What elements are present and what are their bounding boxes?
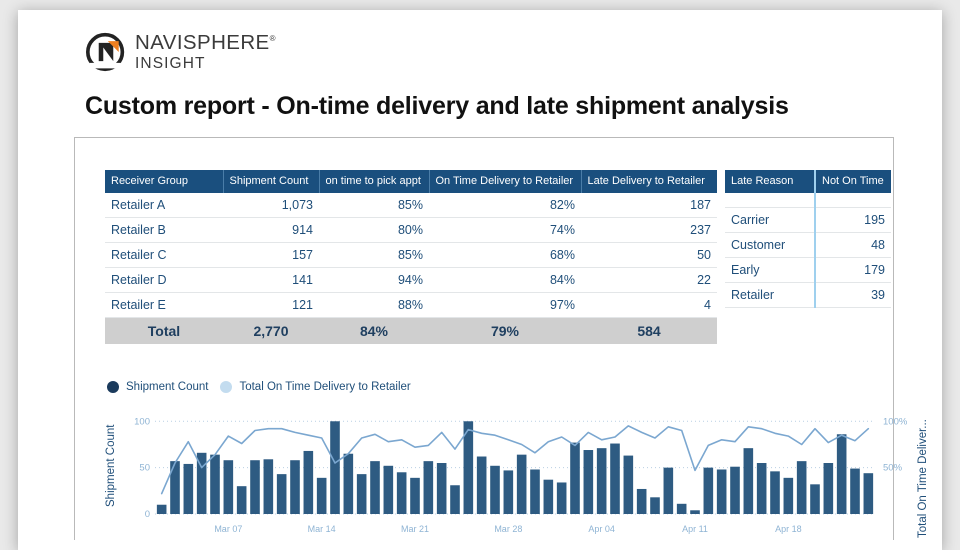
cell-group: Retailer A bbox=[105, 193, 223, 218]
table-total-row: Total 2,770 84% 79% 584 bbox=[105, 318, 717, 345]
col-late-reason[interactable]: Late Reason bbox=[725, 170, 815, 193]
cell-group: Retailer B bbox=[105, 218, 223, 243]
cell-on-time-pick: 85% bbox=[319, 193, 429, 218]
table-row[interactable]: Carrier 195 bbox=[725, 207, 891, 232]
cell-reason: Carrier bbox=[725, 207, 815, 232]
cell-on-time-pick: 88% bbox=[319, 293, 429, 318]
cell-shipment-count: 914 bbox=[223, 218, 319, 243]
col-shipment-count[interactable]: Shipment Count bbox=[223, 170, 319, 193]
brand-name-primary: NAVISPHERE® bbox=[135, 33, 276, 54]
chart-plot: 0 50 100 50% 100% Mar 07 Mar 14 Mar 21 Mar 28 Apr… bbox=[123, 406, 923, 540]
navisphere-circle-logo-icon bbox=[86, 32, 126, 72]
col-receiver-group[interactable]: Receiver Group bbox=[105, 170, 223, 193]
legend-item-on-time-delivery[interactable]: Total On Time Delivery to Retailer bbox=[220, 381, 410, 393]
cell-on-time-delivery: 74% bbox=[429, 218, 581, 243]
registered-mark: ® bbox=[270, 34, 276, 43]
late-reason-table-head: Late Reason Not On Time bbox=[725, 170, 891, 193]
cell-shipment-count: 1,073 bbox=[223, 193, 319, 218]
svg-text:100: 100 bbox=[134, 416, 150, 427]
y-axis-title: Shipment Count bbox=[103, 406, 119, 526]
legend-label: Total On Time Delivery to Retailer bbox=[239, 381, 410, 393]
cell-shipment-count: 121 bbox=[223, 293, 319, 318]
cell-late-delivery: 50 bbox=[581, 243, 717, 268]
cell-shipment-count: 157 bbox=[223, 243, 319, 268]
total-late-delivery: 584 bbox=[581, 318, 717, 345]
table-row[interactable]: Early 179 bbox=[725, 257, 891, 282]
page-title: Custom report - On-time delivery and lat… bbox=[85, 92, 789, 121]
cell-group: Retailer D bbox=[105, 268, 223, 293]
tables-container: Receiver Group Shipment Count on time to… bbox=[105, 170, 891, 344]
legend-swatch-icon bbox=[220, 381, 232, 393]
svg-text:Apr 18: Apr 18 bbox=[775, 524, 802, 534]
cell-on-time-pick: 94% bbox=[319, 268, 429, 293]
total-label: Total bbox=[105, 318, 223, 345]
svg-text:Mar 28: Mar 28 bbox=[494, 524, 522, 534]
svg-text:Mar 07: Mar 07 bbox=[214, 524, 242, 534]
brand-logo: NAVISPHERE® INSIGHT bbox=[86, 32, 276, 72]
table-row[interactable]: Customer 48 bbox=[725, 232, 891, 257]
cell-reason: Retailer bbox=[725, 282, 815, 307]
brand-name-text: NAVISPHERE bbox=[135, 31, 270, 54]
cell-reason bbox=[725, 193, 815, 207]
cell-count bbox=[815, 193, 891, 207]
cell-group: Retailer C bbox=[105, 243, 223, 268]
cell-count: 195 bbox=[815, 207, 891, 232]
cell-count: 39 bbox=[815, 282, 891, 307]
total-on-time-pick: 84% bbox=[319, 318, 429, 345]
cell-late-delivery: 4 bbox=[581, 293, 717, 318]
summary-table-head: Receiver Group Shipment Count on time to… bbox=[105, 170, 717, 193]
cell-late-delivery: 22 bbox=[581, 268, 717, 293]
report-page: NAVISPHERE® INSIGHT Custom report - On-t… bbox=[18, 10, 942, 540]
svg-text:50%: 50% bbox=[883, 463, 903, 474]
cell-count: 179 bbox=[815, 257, 891, 282]
cell-reason: Customer bbox=[725, 232, 815, 257]
cell-on-time-pick: 80% bbox=[319, 218, 429, 243]
brand-wordmark: NAVISPHERE® INSIGHT bbox=[135, 33, 276, 72]
total-on-time-delivery: 79% bbox=[429, 318, 581, 345]
legend-swatch-icon bbox=[107, 381, 119, 393]
cell-group: Retailer E bbox=[105, 293, 223, 318]
summary-table: Receiver Group Shipment Count on time to… bbox=[105, 170, 717, 344]
brand-name-secondary: INSIGHT bbox=[135, 56, 276, 72]
table-row[interactable] bbox=[725, 193, 891, 207]
col-late-delivery[interactable]: Late Delivery to Retailer bbox=[581, 170, 717, 193]
cell-late-delivery: 237 bbox=[581, 218, 717, 243]
late-reason-table: Late Reason Not On Time Carrier 195 Cust… bbox=[725, 170, 891, 308]
report-panel: Receiver Group Shipment Count on time to… bbox=[74, 137, 894, 540]
legend-item-shipment-count[interactable]: Shipment Count bbox=[107, 381, 208, 393]
table-row[interactable]: Retailer B 914 80% 74% 237 bbox=[105, 218, 717, 243]
table-header-row: Late Reason Not On Time bbox=[725, 170, 891, 193]
svg-text:Apr 11: Apr 11 bbox=[682, 524, 708, 534]
table-row[interactable]: Retailer E 121 88% 97% 4 bbox=[105, 293, 717, 318]
cell-on-time-delivery: 68% bbox=[429, 243, 581, 268]
svg-text:50: 50 bbox=[139, 463, 150, 474]
summary-table-body: Retailer A 1,073 85% 82% 187 Retailer B … bbox=[105, 193, 717, 344]
cell-shipment-count: 141 bbox=[223, 268, 319, 293]
combo-chart: Shipment Count Total On Time Deliver... … bbox=[105, 406, 875, 540]
cell-count: 48 bbox=[815, 232, 891, 257]
total-shipment-count: 2,770 bbox=[223, 318, 319, 345]
cell-late-delivery: 187 bbox=[581, 193, 717, 218]
col-not-on-time[interactable]: Not On Time bbox=[815, 170, 891, 193]
cell-on-time-delivery: 97% bbox=[429, 293, 581, 318]
chart-legend: Shipment Count Total On Time Delivery to… bbox=[107, 381, 411, 393]
svg-text:0: 0 bbox=[145, 509, 150, 520]
svg-text:Mar 14: Mar 14 bbox=[308, 524, 336, 534]
cell-on-time-delivery: 82% bbox=[429, 193, 581, 218]
col-on-time-delivery[interactable]: On Time Delivery to Retailer bbox=[429, 170, 581, 193]
svg-text:Mar 21: Mar 21 bbox=[401, 524, 429, 534]
col-on-time-pick-appt[interactable]: on time to pick appt bbox=[319, 170, 429, 193]
table-header-row: Receiver Group Shipment Count on time to… bbox=[105, 170, 717, 193]
table-row[interactable]: Retailer D 141 94% 84% 22 bbox=[105, 268, 717, 293]
cell-on-time-pick: 85% bbox=[319, 243, 429, 268]
cell-reason: Early bbox=[725, 257, 815, 282]
legend-label: Shipment Count bbox=[126, 381, 208, 393]
table-row[interactable]: Retailer C 157 85% 68% 50 bbox=[105, 243, 717, 268]
svg-text:Apr 04: Apr 04 bbox=[588, 524, 615, 534]
svg-text:100%: 100% bbox=[883, 416, 908, 427]
table-row[interactable]: Retailer 39 bbox=[725, 282, 891, 307]
late-reason-table-body: Carrier 195 Customer 48 Early 179 Retail… bbox=[725, 193, 891, 307]
cell-on-time-delivery: 84% bbox=[429, 268, 581, 293]
table-row[interactable]: Retailer A 1,073 85% 82% 187 bbox=[105, 193, 717, 218]
